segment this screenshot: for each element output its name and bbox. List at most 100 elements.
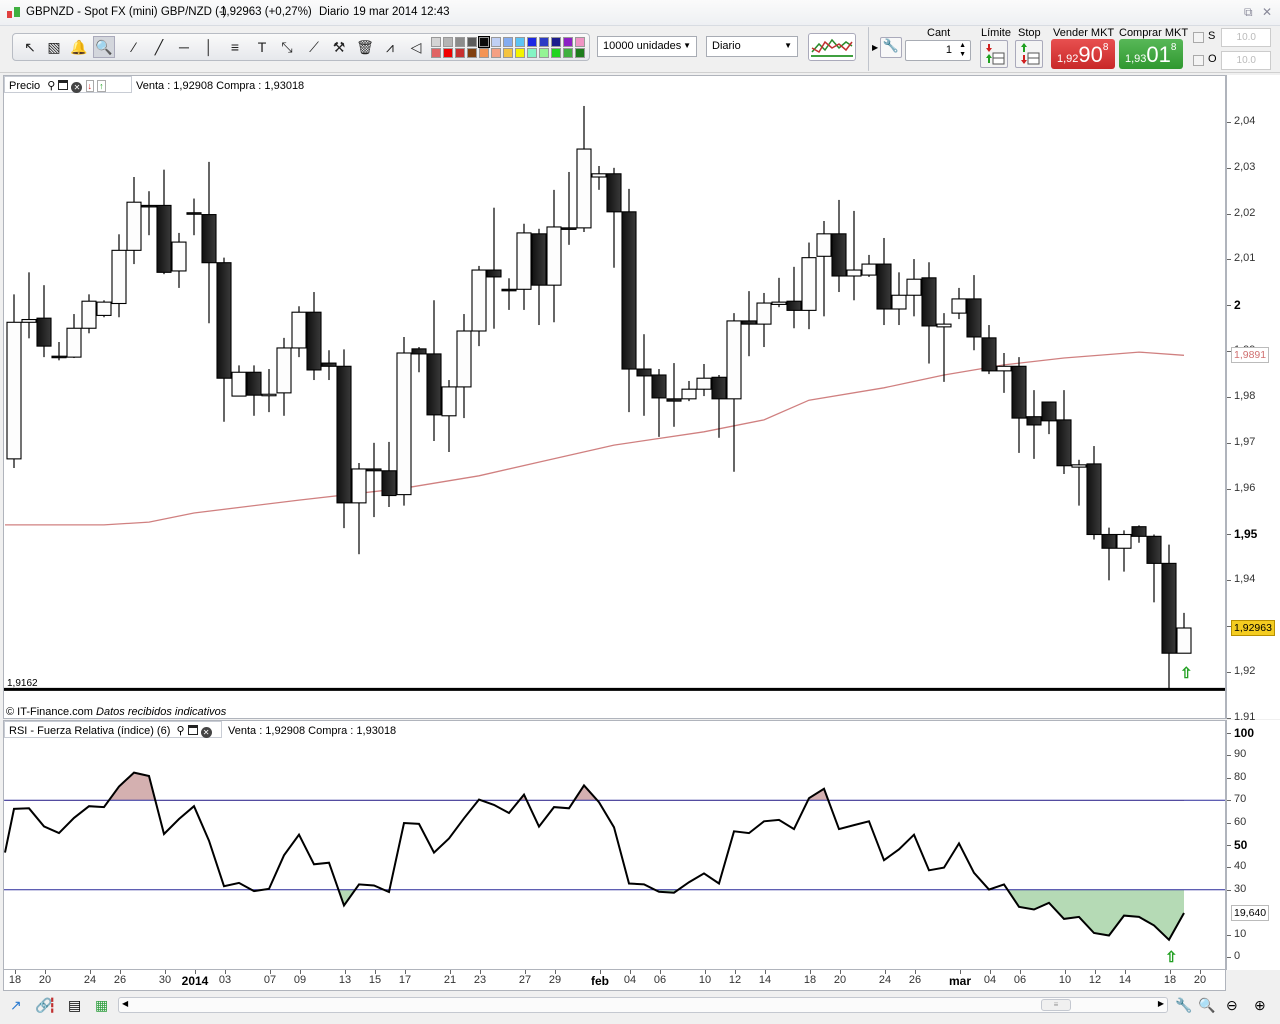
color-swatch[interactable] [563, 37, 573, 47]
quantity-stepper[interactable]: 1 ▲ ▼ [905, 40, 971, 61]
indicators-button[interactable] [808, 33, 856, 61]
limit-order-button[interactable] [980, 40, 1008, 68]
rsi-axis-label: 30 [1234, 882, 1247, 895]
date-axis[interactable]: 18 20 24 26 30 2014 03 07 09 13 15 17 21 23 27 29 feb 04 0… [3, 970, 1226, 991]
tool-pattern[interactable]: ⩘ [379, 36, 401, 58]
scroll-thumb[interactable]: ≡ [1041, 999, 1071, 1011]
ruler-icon: ▧ [47, 38, 61, 55]
rsi-buy-signal-arrow-icon: ⇧ [1165, 949, 1178, 966]
close-pane-icon[interactable]: ✕ [71, 82, 83, 93]
tool-segment[interactable]: ⁄ [123, 36, 145, 58]
expand-arrow-icon[interactable]: ▶ [872, 43, 878, 52]
o-checkbox[interactable] [1193, 55, 1204, 66]
chart-type-icon[interactable]: ┇ [48, 997, 56, 1014]
tool-trash[interactable]: 🗑 [354, 36, 376, 58]
tool-trendline[interactable]: ⟋ [303, 36, 325, 58]
color-swatch[interactable] [443, 37, 453, 47]
color-swatch[interactable] [455, 48, 465, 58]
rsi-axis-label: 10 [1234, 927, 1247, 940]
axis-tick [1227, 213, 1231, 215]
trade-settings-button[interactable]: 🔧 [880, 37, 902, 58]
move-down-icon[interactable]: ↓ [85, 80, 94, 92]
color-swatch[interactable] [479, 48, 489, 58]
close-pane-icon[interactable]: ✕ [200, 727, 212, 738]
s-value-input[interactable]: 10.0 [1221, 28, 1271, 47]
date-label: 20 [1193, 974, 1207, 986]
color-swatch[interactable] [515, 48, 525, 58]
tool-horizontal-line[interactable]: ─ [173, 36, 195, 58]
color-swatch[interactable] [467, 37, 477, 47]
sell-mkt-button[interactable]: 1,92908 [1051, 39, 1115, 69]
stop-order-button[interactable] [1015, 40, 1043, 68]
tool-triangle[interactable]: ◁ [405, 36, 427, 58]
o-value: 10.0 [1236, 55, 1256, 66]
zoom-out-icon[interactable]: ⊖ [1226, 997, 1238, 1014]
export-chart-icon[interactable]: ↗ [10, 997, 22, 1014]
color-swatch[interactable] [467, 48, 477, 58]
tool-fibonacci[interactable]: ≡ [224, 36, 246, 58]
wrench-icon[interactable]: ⚲ [47, 80, 55, 92]
date-label: 09 [293, 974, 307, 986]
price-axis[interactable]: 2,042,032,022,0121,991,981,971,961,951,9… [1226, 75, 1280, 723]
footer-note: Datos recibidos indicativos [96, 706, 227, 718]
scroll-right-icon[interactable]: ▶ [1158, 999, 1164, 1008]
color-swatch[interactable] [443, 48, 453, 58]
layout-icon[interactable]: ▦ [95, 997, 108, 1014]
color-swatch[interactable] [491, 37, 501, 47]
color-swatch[interactable] [478, 36, 490, 48]
tool-pointer[interactable]: ↖ [19, 36, 41, 58]
auto-zoom-icon[interactable]: 🔍 [1198, 997, 1215, 1014]
period-select[interactable]: Diario ▼ [706, 36, 798, 57]
axis-tick [1227, 934, 1231, 936]
tool-alarm-bell[interactable]: 🔔 [68, 36, 90, 58]
rsi-pane[interactable] [3, 720, 1226, 970]
tool-ruler[interactable]: ▧ [43, 36, 65, 58]
color-swatch[interactable] [563, 48, 573, 58]
color-swatch[interactable] [551, 37, 561, 47]
color-swatch[interactable] [491, 48, 501, 58]
color-swatch[interactable] [431, 37, 441, 47]
color-swatch[interactable] [575, 48, 585, 58]
s-checkbox[interactable] [1193, 32, 1204, 43]
color-swatch[interactable] [431, 48, 441, 58]
zoom-in-icon[interactable]: ⊕ [1254, 997, 1266, 1014]
scroll-left-icon[interactable]: ◀ [122, 999, 128, 1008]
tool-tools[interactable]: ⚒ [328, 36, 350, 58]
color-swatch[interactable] [503, 48, 513, 58]
wrench-icon[interactable]: ⚲ [176, 725, 184, 737]
color-swatch[interactable] [455, 37, 465, 47]
date-label: 18 [803, 974, 817, 986]
report-icon[interactable]: ▤ [68, 997, 81, 1014]
stepper-arrows-icon[interactable]: ▲ ▼ [959, 41, 966, 59]
rsi-axis[interactable]: 100 90 80 70 60 50 40 30 10 0 19,640 [1226, 720, 1280, 970]
color-swatch[interactable] [527, 48, 537, 58]
date-label: 15 [368, 974, 382, 986]
tool-text[interactable]: T [251, 36, 273, 58]
color-swatch[interactable] [575, 37, 585, 47]
color-swatch[interactable] [515, 37, 525, 47]
maximize-pane-icon[interactable] [58, 80, 69, 90]
price-chart-pane[interactable] [3, 75, 1226, 719]
close-window-icon[interactable]: ✕ [1262, 5, 1272, 19]
buy-mkt-button[interactable]: 1,93018 [1119, 39, 1183, 69]
tool-parallel-channel[interactable]: ⤡ [276, 36, 298, 58]
tool-zoom[interactable]: 🔍 [93, 36, 115, 58]
date-label: 14 [758, 974, 772, 986]
move-up-icon[interactable]: ↑ [97, 80, 106, 92]
tool-line[interactable]: ╱ [148, 36, 170, 58]
tool-vertical-line[interactable]: │ [198, 36, 220, 58]
color-swatch[interactable] [551, 48, 561, 58]
color-swatch[interactable] [527, 37, 537, 47]
color-swatch[interactable] [539, 37, 549, 47]
restore-window-icon[interactable]: ⧉ [1244, 5, 1253, 20]
chart-settings-icon[interactable]: 🔧 [1175, 997, 1192, 1014]
maximize-pane-icon[interactable] [187, 725, 198, 735]
axis-tick [1227, 889, 1231, 891]
s-value: 10.0 [1236, 32, 1256, 43]
date-label: 2014 [181, 974, 209, 988]
quantity-select[interactable]: 10000 unidades ▼ [597, 36, 697, 57]
o-value-input[interactable]: 10.0 [1221, 51, 1271, 70]
horizontal-scrollbar[interactable]: ◀ ≡ ▶ [118, 997, 1168, 1013]
color-swatch[interactable] [503, 37, 513, 47]
color-swatch[interactable] [539, 48, 549, 58]
